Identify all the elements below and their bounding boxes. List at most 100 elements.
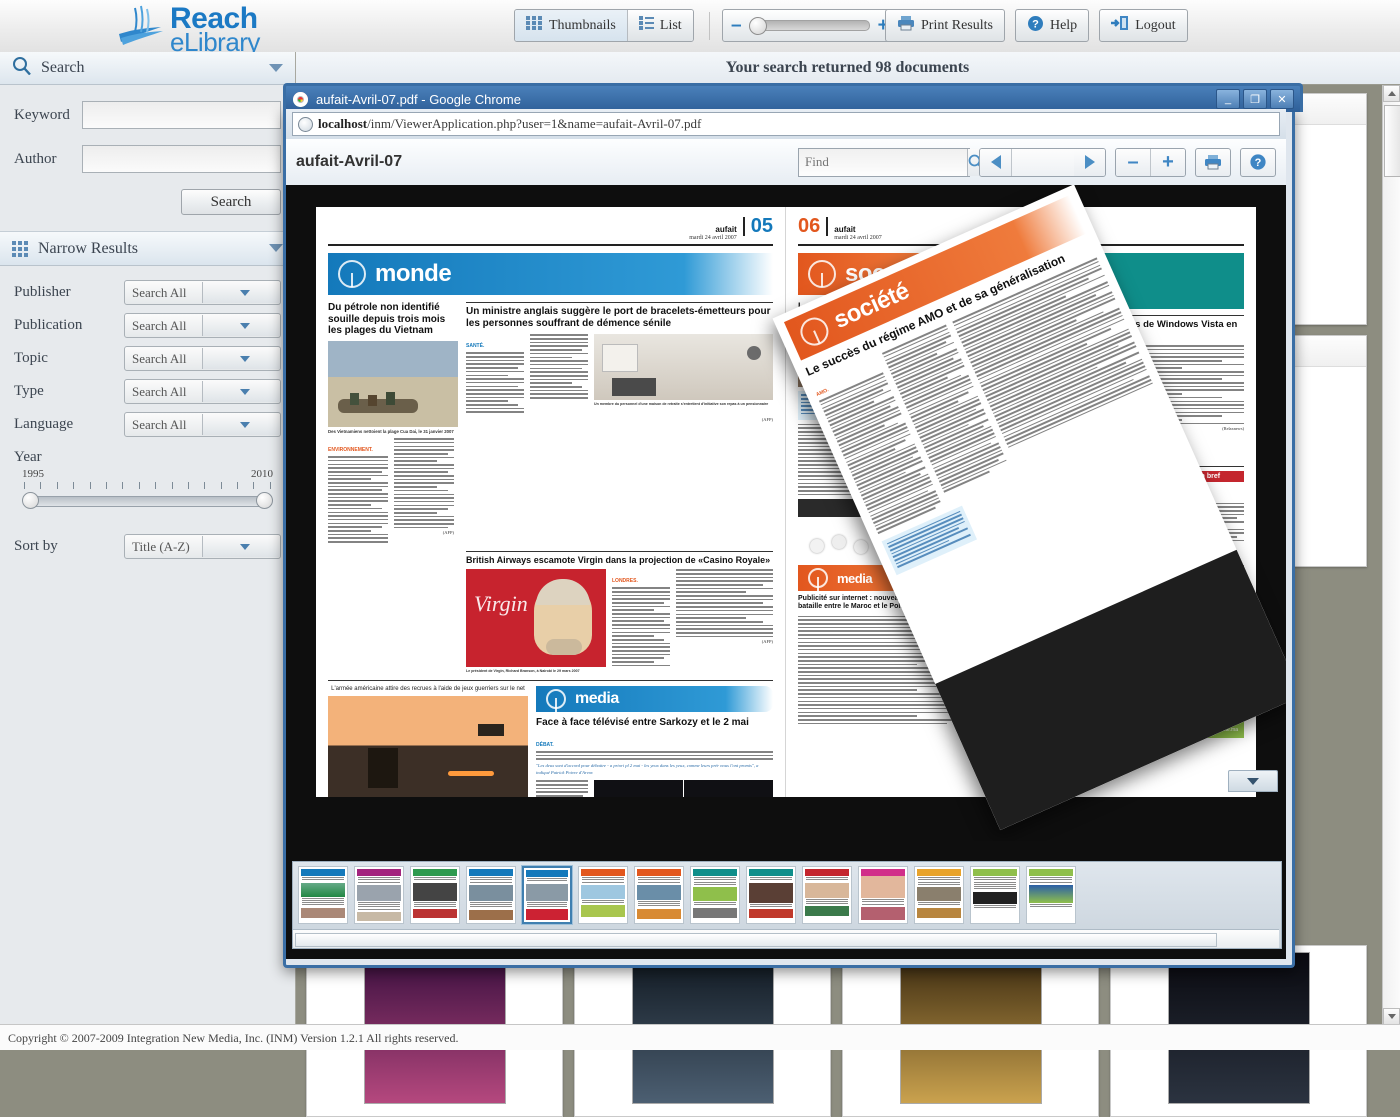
chrome-titlebar[interactable]: aufait-Avril-07.pdf - Google Chrome _ ❐ … — [283, 83, 1303, 112]
filter-label-publisher: Publisher — [14, 284, 124, 301]
thumbnail-strip-area — [286, 841, 1286, 959]
filter-label-publication: Publication — [14, 317, 124, 334]
results-scrollbar[interactable] — [1382, 85, 1400, 1025]
thumbnail-item-2[interactable] — [354, 866, 404, 924]
thumbnail-scrollbar-thumb[interactable] — [295, 933, 1217, 947]
filter-row: Publisher Search All — [14, 280, 281, 305]
chevron-down-icon-publication[interactable] — [202, 315, 280, 336]
thumbnail-item-11[interactable] — [858, 866, 908, 924]
thumbnail-item-14[interactable] — [1026, 866, 1076, 924]
maximize-button[interactable]: ❐ — [1243, 89, 1267, 109]
print-results-button[interactable]: Print Results — [885, 9, 1005, 42]
globe-icon — [298, 117, 313, 132]
minimize-button[interactable]: _ — [1216, 89, 1240, 109]
close-button[interactable]: ✕ — [1270, 89, 1294, 109]
sidebar-search-header[interactable]: Search — [0, 52, 295, 85]
filter-select-publication[interactable]: Search All — [124, 313, 281, 338]
filter-select-language[interactable]: Search All — [124, 412, 281, 437]
viewer-zoom-out-button[interactable]: – — [1116, 149, 1150, 176]
thumbnail-item-8[interactable] — [690, 866, 740, 924]
address-input[interactable]: localhost/inm/ViewerApplication.php?user… — [292, 112, 1280, 136]
year-ticks — [14, 480, 281, 489]
thumbnail-scrollbar[interactable] — [293, 929, 1279, 948]
section-logo-icon-societe — [808, 260, 836, 288]
chevron-down-icon-sort[interactable] — [202, 536, 280, 557]
svg-text:?: ? — [1255, 157, 1262, 169]
find-box[interactable] — [798, 148, 970, 177]
filter-value-topic: Search All — [125, 351, 202, 367]
viewer-print-button[interactable] — [1195, 148, 1231, 177]
filter-row: Publication Search All — [14, 313, 281, 338]
thumbnail-item-7[interactable] — [634, 866, 684, 924]
page-left-lower: L'armée américaine attire des recrues à … — [328, 680, 773, 797]
thumbnail-item-3[interactable] — [410, 866, 460, 924]
thumbnail-item-12[interactable] — [914, 866, 964, 924]
author-input[interactable] — [82, 145, 281, 173]
filter-select-type[interactable]: Search All — [124, 379, 281, 404]
thumbnails-view-button[interactable]: Thumbnails — [515, 10, 627, 41]
scroll-down-button[interactable] — [1383, 1008, 1400, 1025]
article-vietnam: Du pétrole non identifié souille depuis … — [328, 302, 458, 545]
headline-army: L'armée américaine attire des recrues à … — [328, 686, 528, 693]
find-input[interactable] — [799, 149, 967, 176]
year-slider-handle-max[interactable] — [256, 492, 273, 509]
chrome-window: aufait-Avril-07.pdf - Google Chrome _ ❐ … — [283, 109, 1295, 968]
sort-select[interactable]: Title (A-Z) — [124, 534, 281, 559]
viewer-help-button[interactable]: ? — [1240, 148, 1276, 177]
body-text — [394, 438, 454, 528]
list-view-button[interactable]: List — [627, 10, 693, 41]
viewer-zoom-in-button[interactable]: + — [1150, 149, 1185, 176]
thumbnail-item-13[interactable] — [970, 866, 1020, 924]
thumbnail-panel-toggle[interactable] — [1228, 770, 1278, 792]
thumbnail-item-5-selected[interactable] — [522, 866, 572, 924]
chevron-down-icon-language[interactable] — [202, 414, 280, 435]
masthead-title-right: aufait — [834, 226, 882, 235]
section-logo-icon-media-right — [808, 568, 828, 588]
viewer-stage[interactable]: aufait mardi 24 avril 2007 05 monde Du p… — [286, 185, 1286, 913]
logout-button[interactable]: Logout — [1099, 9, 1187, 42]
app-logo: Reach eLibrary — [60, 0, 290, 52]
chevron-down-icon-type[interactable] — [202, 381, 280, 402]
body-text — [328, 456, 388, 542]
caption-branson: Le président de Virgin, Richard Branson,… — [466, 669, 606, 673]
headline-debate: Face à face télévisé entre Sarkozy et le… — [536, 717, 773, 729]
chevron-down-icon-publisher[interactable] — [202, 282, 280, 303]
chevron-down-icon-narrow[interactable] — [269, 244, 283, 252]
zoom-slider-handle[interactable] — [749, 17, 767, 35]
page-indicator[interactable] — [1011, 149, 1074, 176]
article-media: media Face à face télévisé entre Sarkozy… — [536, 686, 773, 797]
narrow-results-header[interactable]: Narrow Results — [0, 231, 295, 266]
help-button[interactable]: ? Help — [1015, 9, 1089, 42]
scrollbar-thumb[interactable] — [1384, 105, 1400, 177]
chrome-address-bar: localhost/inm/ViewerApplication.php?user… — [286, 109, 1286, 139]
page-left[interactable]: aufait mardi 24 avril 2007 05 monde Du p… — [316, 207, 786, 797]
masthead-date-right: mardi 24 avril 2007 — [834, 235, 882, 241]
year-range-slider[interactable] — [22, 492, 273, 506]
thumbnail-item-10[interactable] — [802, 866, 852, 924]
print-results-label: Print Results — [921, 18, 993, 34]
curl-section-logo-icon — [796, 313, 833, 350]
search-submit-button[interactable]: Search — [181, 189, 281, 215]
section-name-media-right: media — [837, 571, 872, 586]
next-page-button[interactable] — [1074, 149, 1105, 176]
thumbnail-item-9[interactable] — [746, 866, 796, 924]
year-slider-handle-min[interactable] — [22, 492, 39, 509]
grid-icon — [526, 16, 543, 36]
filter-select-topic[interactable]: Search All — [124, 346, 281, 371]
thumbnail-item-1[interactable] — [298, 866, 348, 924]
logout-label: Logout — [1135, 18, 1175, 34]
thumbnails-label: Thumbnails — [549, 18, 616, 34]
lead-sante: SANTÉ. — [466, 343, 484, 349]
zoom-slider[interactable] — [750, 20, 870, 31]
prev-page-button[interactable] — [980, 149, 1011, 176]
quote-debate: "Les deux sont d'accord pour débattre - … — [536, 763, 773, 776]
chevron-down-icon[interactable] — [269, 64, 283, 72]
chevron-down-icon-topic[interactable] — [202, 348, 280, 369]
keyword-input[interactable] — [82, 101, 281, 129]
scroll-up-button[interactable] — [1383, 85, 1400, 102]
thumbnail-item-4[interactable] — [466, 866, 516, 924]
zoom-out-button[interactable]: – — [731, 16, 742, 35]
filter-select-publisher[interactable]: Search All — [124, 280, 281, 305]
body-text — [466, 352, 524, 413]
thumbnail-item-6[interactable] — [578, 866, 628, 924]
